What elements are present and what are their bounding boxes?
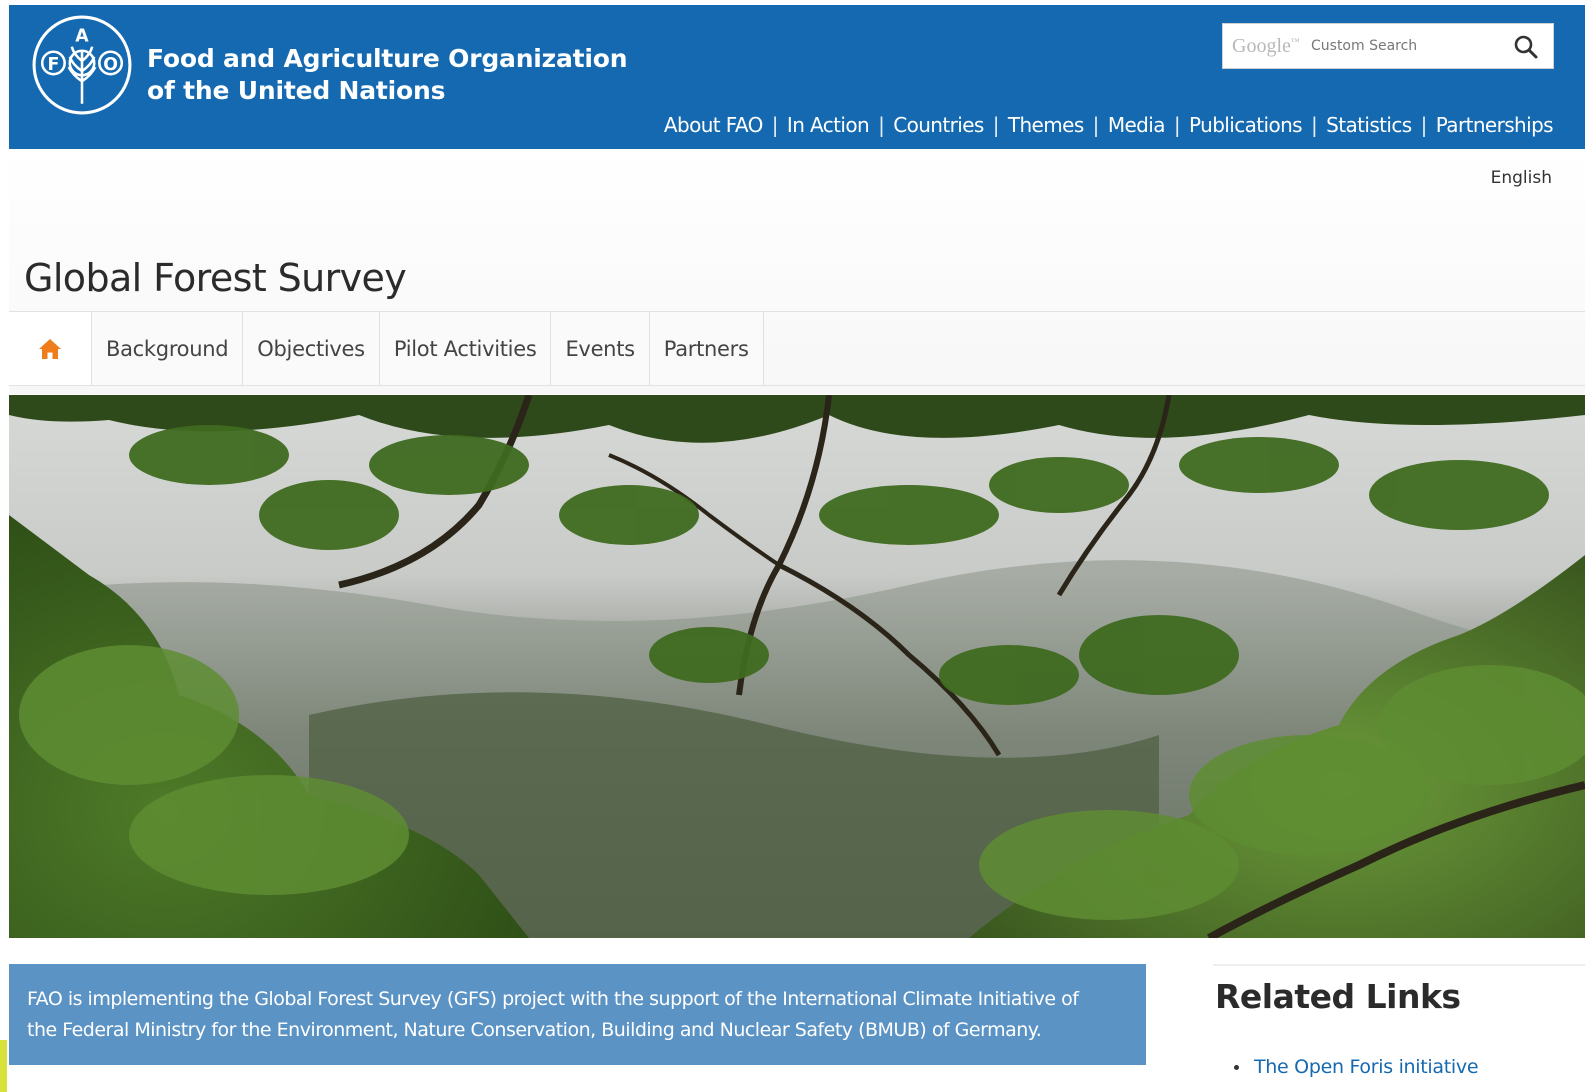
list-item: The Open Foris initiative xyxy=(1234,1056,1479,1078)
nav-separator: | xyxy=(1092,113,1100,137)
nav-media[interactable]: Media xyxy=(1108,113,1166,137)
search-box: Google™ xyxy=(1222,23,1554,69)
nav-separator: | xyxy=(1311,113,1318,137)
accent-bar xyxy=(0,1040,7,1092)
nav-separator: | xyxy=(878,113,885,137)
tab-background[interactable]: Background xyxy=(92,312,244,386)
home-icon xyxy=(39,339,61,359)
logo-letter-a: A xyxy=(75,27,89,47)
logo-letter-o: O xyxy=(103,55,118,75)
related-links-title: Related Links xyxy=(1215,977,1461,1016)
search-icon[interactable] xyxy=(1513,34,1539,60)
tab-events[interactable]: Events xyxy=(551,312,650,386)
logo-letter-f: F xyxy=(48,55,60,75)
divider xyxy=(1213,964,1585,966)
organization-name[interactable]: Food and Agriculture Organization of the… xyxy=(147,43,628,107)
site-header: F A O Food and Agriculture Organization … xyxy=(9,5,1585,149)
tab-objectives[interactable]: Objectives xyxy=(243,312,380,386)
link-open-foris[interactable]: The Open Foris initiative xyxy=(1254,1056,1479,1078)
search-input[interactable] xyxy=(1311,32,1491,60)
bullet-icon xyxy=(1234,1064,1239,1070)
nav-partnerships[interactable]: Partnerships xyxy=(1436,113,1554,137)
related-links-list: The Open Foris initiative xyxy=(1234,1056,1479,1078)
tab-home[interactable] xyxy=(9,312,92,386)
google-brand-label: Google™ xyxy=(1232,35,1300,57)
intro-line-1: FAO is implementing the Global Forest Su… xyxy=(27,988,1079,1010)
nav-statistics[interactable]: Statistics xyxy=(1326,113,1412,137)
intro-text-box: FAO is implementing the Global Forest Su… xyxy=(9,964,1146,1065)
hero-forest-image xyxy=(9,395,1585,938)
intro-line-2: the Federal Ministry for the Environment… xyxy=(27,1019,1042,1041)
nav-publications[interactable]: Publications xyxy=(1189,113,1303,137)
page-title: Global Forest Survey xyxy=(24,256,407,300)
nav-separator: | xyxy=(992,113,1000,137)
nav-themes[interactable]: Themes xyxy=(1008,113,1084,137)
nav-in-action[interactable]: In Action xyxy=(787,113,870,137)
nav-separator: | xyxy=(1420,113,1428,137)
nav-countries[interactable]: Countries xyxy=(893,113,984,137)
nav-separator: | xyxy=(1173,113,1181,137)
language-selector[interactable]: English xyxy=(1491,168,1552,188)
nav-separator: | xyxy=(771,113,779,137)
content-area xyxy=(9,1065,1146,1092)
org-name-line1: Food and Agriculture Organization xyxy=(147,44,628,73)
section-tabs: Background Objectives Pilot Activities E… xyxy=(9,312,764,386)
fao-logo-icon[interactable]: F A O xyxy=(31,14,133,116)
nav-about-fao[interactable]: About FAO xyxy=(664,113,763,137)
divider xyxy=(9,385,1585,386)
main-navigation: About FAO | In Action | Countries | Themes |… xyxy=(664,113,1554,137)
org-name-line2: of the United Nations xyxy=(147,76,446,105)
tab-partners[interactable]: Partners xyxy=(649,312,764,386)
tab-pilot-activities[interactable]: Pilot Activities xyxy=(379,312,552,386)
